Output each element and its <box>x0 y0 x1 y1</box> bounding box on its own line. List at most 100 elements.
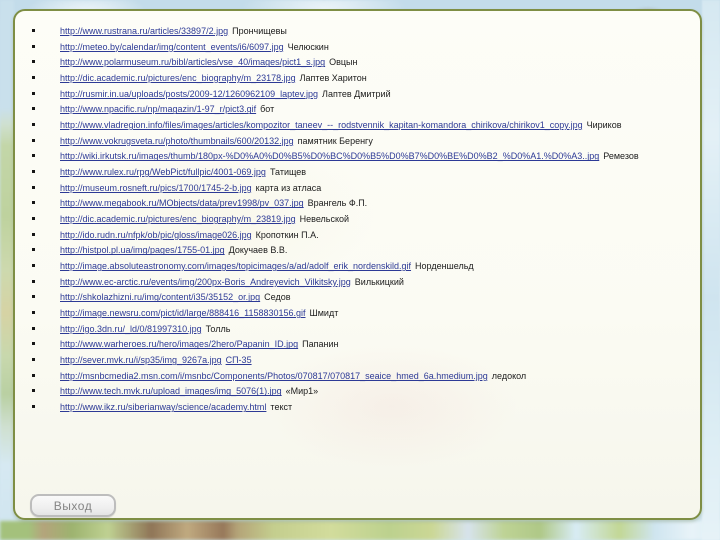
bullet-icon <box>32 248 35 252</box>
resource-label: бот <box>260 104 275 115</box>
resource-label: Толль <box>205 323 231 334</box>
bullet-icon <box>32 60 35 64</box>
bullet-icon <box>32 138 35 142</box>
list-item: http://wiki.irkutsk.ru/images/thumb/180p… <box>32 149 639 165</box>
resource-label: Прончищевы <box>232 26 287 36</box>
list-item: http://histpol.pl.ua/img/pages/1755-01.j… <box>32 243 639 259</box>
resource-label: ледокол <box>491 370 527 381</box>
resource-label: Шмидт <box>309 308 339 319</box>
list-item: http://www.polarmuseum.ru/bibl/articles/… <box>32 55 639 71</box>
bullet-icon <box>32 123 35 127</box>
resource-label: Ремезов <box>603 151 639 162</box>
resource-label: СП-35 <box>225 355 252 366</box>
map-right-water-decor <box>702 0 720 540</box>
slide-panel: http://www.rustrana.ru/articles/33897/2.… <box>13 9 702 520</box>
resource-link[interactable]: http://dic.academic.ru/pictures/enc_biog… <box>60 214 296 224</box>
resource-label: карта из атласа <box>255 182 322 193</box>
resource-link[interactable]: http://rusmir.in.ua/uploads/posts/2009-1… <box>60 89 318 99</box>
list-item: http://www.warheroes.ru/hero/images/2her… <box>32 337 639 353</box>
list-item: http://www.vladregion.info/files/images/… <box>32 118 639 134</box>
bullet-icon <box>32 201 35 205</box>
resource-label: текст <box>270 402 293 413</box>
bullet-icon <box>32 44 35 48</box>
resource-label: Татищев <box>269 167 307 178</box>
resource-link[interactable]: http://image.absoluteastronomy.com/image… <box>60 261 411 271</box>
bullet-icon <box>32 170 35 174</box>
resource-label: Докучаев В.В. <box>228 245 288 256</box>
list-item: http://www.npacific.ru/np/magazin/1-97_r… <box>32 102 639 118</box>
resource-link[interactable]: http://www.polarmuseum.ru/bibl/articles/… <box>60 57 325 67</box>
resource-link[interactable]: http://www.warheroes.ru/hero/images/2her… <box>60 339 298 349</box>
bullet-icon <box>32 358 35 362</box>
map-left-land-decor <box>0 0 14 540</box>
list-item: http://www.vokrugsveta.ru/photo/thumbnai… <box>32 134 639 150</box>
resource-link[interactable]: http://ido.rudn.ru/nfpk/ob/pic/gloss/ima… <box>60 230 252 240</box>
map-bottom-land-decor <box>0 521 720 540</box>
list-item: http://meteo.by/calendar/img/content_eve… <box>32 40 639 56</box>
resource-link[interactable]: http://www.megabook.ru/MObjects/data/pre… <box>60 198 304 208</box>
resource-label: Седов <box>264 292 291 303</box>
bullet-icon <box>32 91 35 95</box>
bullet-icon <box>32 29 35 32</box>
bullet-icon <box>32 185 35 189</box>
list-item: http://dic.academic.ru/pictures/enc_biog… <box>32 71 639 87</box>
list-item: http://shkolazhizni.ru/img/content/i35/3… <box>32 290 639 306</box>
list-item: http://museum.rosneft.ru/pics/1700/1745-… <box>32 181 639 197</box>
resource-link[interactable]: http://wiki.irkutsk.ru/images/thumb/180p… <box>60 151 599 161</box>
resource-link[interactable]: http://histpol.pl.ua/img/pages/1755-01.j… <box>60 245 225 255</box>
exit-button[interactable]: Выход <box>30 494 116 517</box>
bullet-icon <box>32 76 35 80</box>
bullet-icon <box>32 107 35 111</box>
resource-label: Врангель Ф.П. <box>307 198 368 209</box>
resource-link[interactable]: http://www.vokrugsveta.ru/photo/thumbnai… <box>60 136 294 146</box>
resource-link[interactable]: http://www.npacific.ru/np/magazin/1-97_r… <box>60 104 256 114</box>
resource-link[interactable]: http://www.ikz.ru/siberianway/science/ac… <box>60 402 266 412</box>
resource-link[interactable]: http://www.rulex.ru/rpg/WebPict/fullpic/… <box>60 167 266 177</box>
resource-link[interactable]: http://sever.mvk.ru/i/sp35/img_9267a.jpg <box>60 355 222 365</box>
list-item: http://dic.academic.ru/pictures/enc_biog… <box>32 212 639 228</box>
resource-label: Лаптев Харитон <box>299 73 367 84</box>
list-item: http://image.absoluteastronomy.com/image… <box>32 259 639 275</box>
list-item: http://image.newsru.com/pict/id/large/88… <box>32 306 639 322</box>
links-list: http://www.rustrana.ru/articles/33897/2.… <box>32 24 639 416</box>
bullet-icon <box>32 373 35 377</box>
list-item: http://msnbcmedia2.msn.com/i/msnbc/Compo… <box>32 369 639 385</box>
bullet-icon <box>32 326 35 330</box>
resource-link[interactable]: http://dic.academic.ru/pictures/enc_biog… <box>60 73 296 83</box>
resource-link[interactable]: http://www.vladregion.info/files/images/… <box>60 120 583 130</box>
list-item: http://www.rulex.ru/rpg/WebPict/fullpic/… <box>32 165 639 181</box>
resource-link[interactable]: http://msnbcmedia2.msn.com/i/msnbc/Compo… <box>60 371 488 381</box>
list-item: http://sever.mvk.ru/i/sp35/img_9267a.jpg… <box>32 353 639 369</box>
resource-label: Кропоткин П.А. <box>255 229 319 240</box>
resource-link[interactable]: http://meteo.by/calendar/img/content_eve… <box>60 42 284 52</box>
resource-label: Овцын <box>329 57 358 68</box>
resource-label: памятник Беренгу <box>297 135 373 146</box>
bullet-icon <box>32 405 35 409</box>
bullet-icon <box>32 154 35 158</box>
bullet-icon <box>32 232 35 236</box>
resource-label: Папанин <box>302 339 339 350</box>
slide-stage: http://www.rustrana.ru/articles/33897/2.… <box>0 0 720 540</box>
resource-link[interactable]: http://museum.rosneft.ru/pics/1700/1745-… <box>60 183 252 193</box>
list-item: http://ido.rudn.ru/nfpk/ob/pic/gloss/ima… <box>32 228 639 244</box>
bullet-icon <box>32 295 35 299</box>
resource-link[interactable]: http://www.tech.mvk.ru/upload_images/img… <box>60 386 282 396</box>
bullet-icon <box>32 264 35 268</box>
resource-link[interactable]: http://www.rustrana.ru/articles/33897/2.… <box>60 26 228 36</box>
bullet-icon <box>32 217 35 221</box>
bullet-icon <box>32 311 35 315</box>
list-item: http://www.megabook.ru/MObjects/data/pre… <box>32 196 639 212</box>
resource-label: Чириков <box>586 120 622 131</box>
list-item: http://www.ec-arctic.ru/events/img/200px… <box>32 275 639 291</box>
bullet-icon <box>32 342 35 346</box>
bullet-icon <box>32 279 35 283</box>
resource-link[interactable]: http://www.ec-arctic.ru/events/img/200px… <box>60 277 351 287</box>
resource-link[interactable]: http://shkolazhizni.ru/img/content/i35/3… <box>60 292 260 302</box>
resource-label: Невельской <box>299 214 350 225</box>
resource-link[interactable]: http://image.newsru.com/pict/id/large/88… <box>60 308 306 318</box>
list-item: http://www.tech.mvk.ru/upload_images/img… <box>32 384 639 400</box>
resource-label: «Мир1» <box>285 386 319 397</box>
resource-link[interactable]: http://igo.3dn.ru/_ld/0/81997310.jpg <box>60 324 202 334</box>
list-item: http://rusmir.in.ua/uploads/posts/2009-1… <box>32 87 639 103</box>
resource-label: Вилькицкий <box>354 276 404 287</box>
